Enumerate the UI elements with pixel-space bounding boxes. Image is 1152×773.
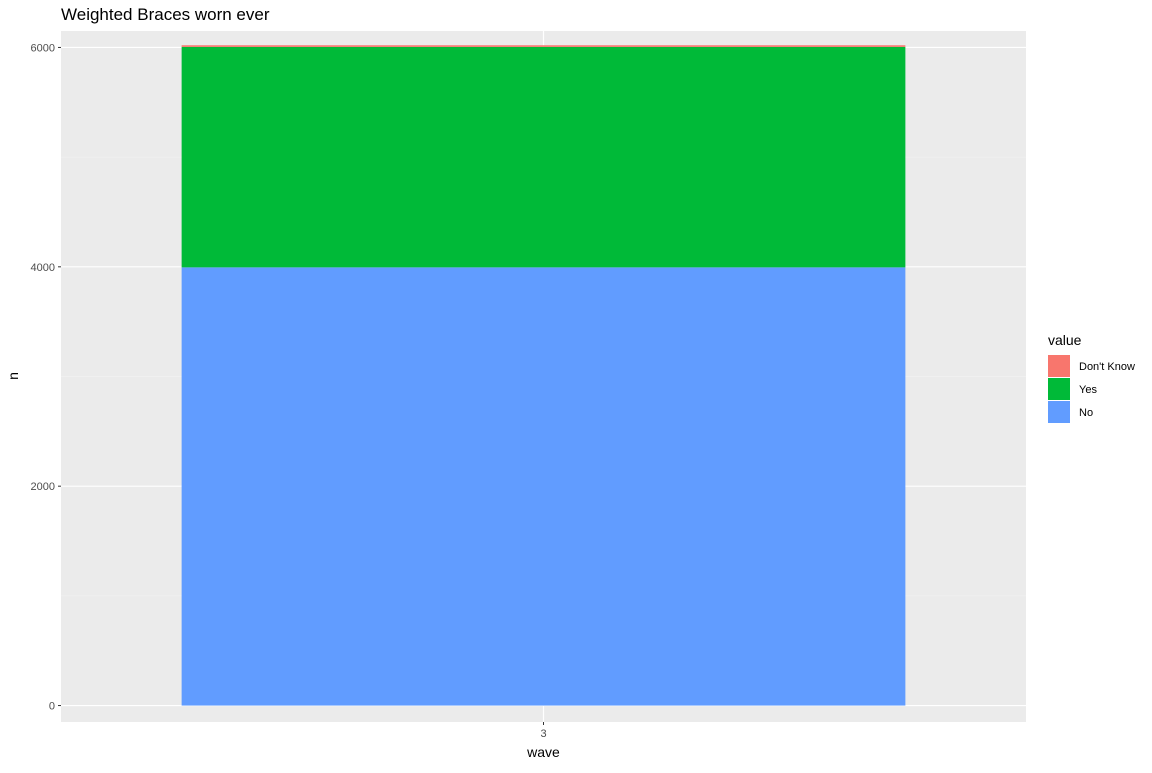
legend-title: value: [1048, 332, 1082, 348]
chart-title: Weighted Braces worn ever: [61, 5, 270, 24]
y-tick-label: 6000: [31, 42, 55, 54]
chart: 0 2000 4000 6000 3 Weighted Braces worn eve…: [0, 0, 1152, 768]
bar-segment-no: [181, 267, 906, 706]
y-axis-title: n: [5, 372, 21, 380]
y-axis-ticks: 0 2000 4000 6000: [31, 42, 61, 713]
legend-label-don-t-know: Don't Know: [1079, 361, 1135, 373]
legend: value Don't Know Yes No: [1048, 332, 1135, 423]
legend-key-yes: [1048, 378, 1070, 400]
legend-key-don-t-know: [1048, 355, 1070, 377]
y-tick-label: 0: [49, 701, 55, 713]
x-axis-ticks: 3: [540, 722, 547, 740]
bar-segment-yes: [181, 46, 906, 268]
bar-segment-don-t-know: [181, 45, 906, 47]
legend-key-no: [1048, 401, 1070, 423]
legend-label-yes: Yes: [1079, 384, 1097, 396]
legend-label-no: No: [1079, 407, 1093, 419]
y-tick-label: 4000: [31, 262, 55, 274]
x-tick-label: 3: [540, 728, 546, 740]
chart-svg: 0 2000 4000 6000 3 Weighted Braces worn eve…: [5, 5, 1135, 760]
x-axis-title: wave: [526, 744, 560, 760]
bars: [181, 45, 906, 706]
y-tick-label: 2000: [31, 481, 55, 493]
